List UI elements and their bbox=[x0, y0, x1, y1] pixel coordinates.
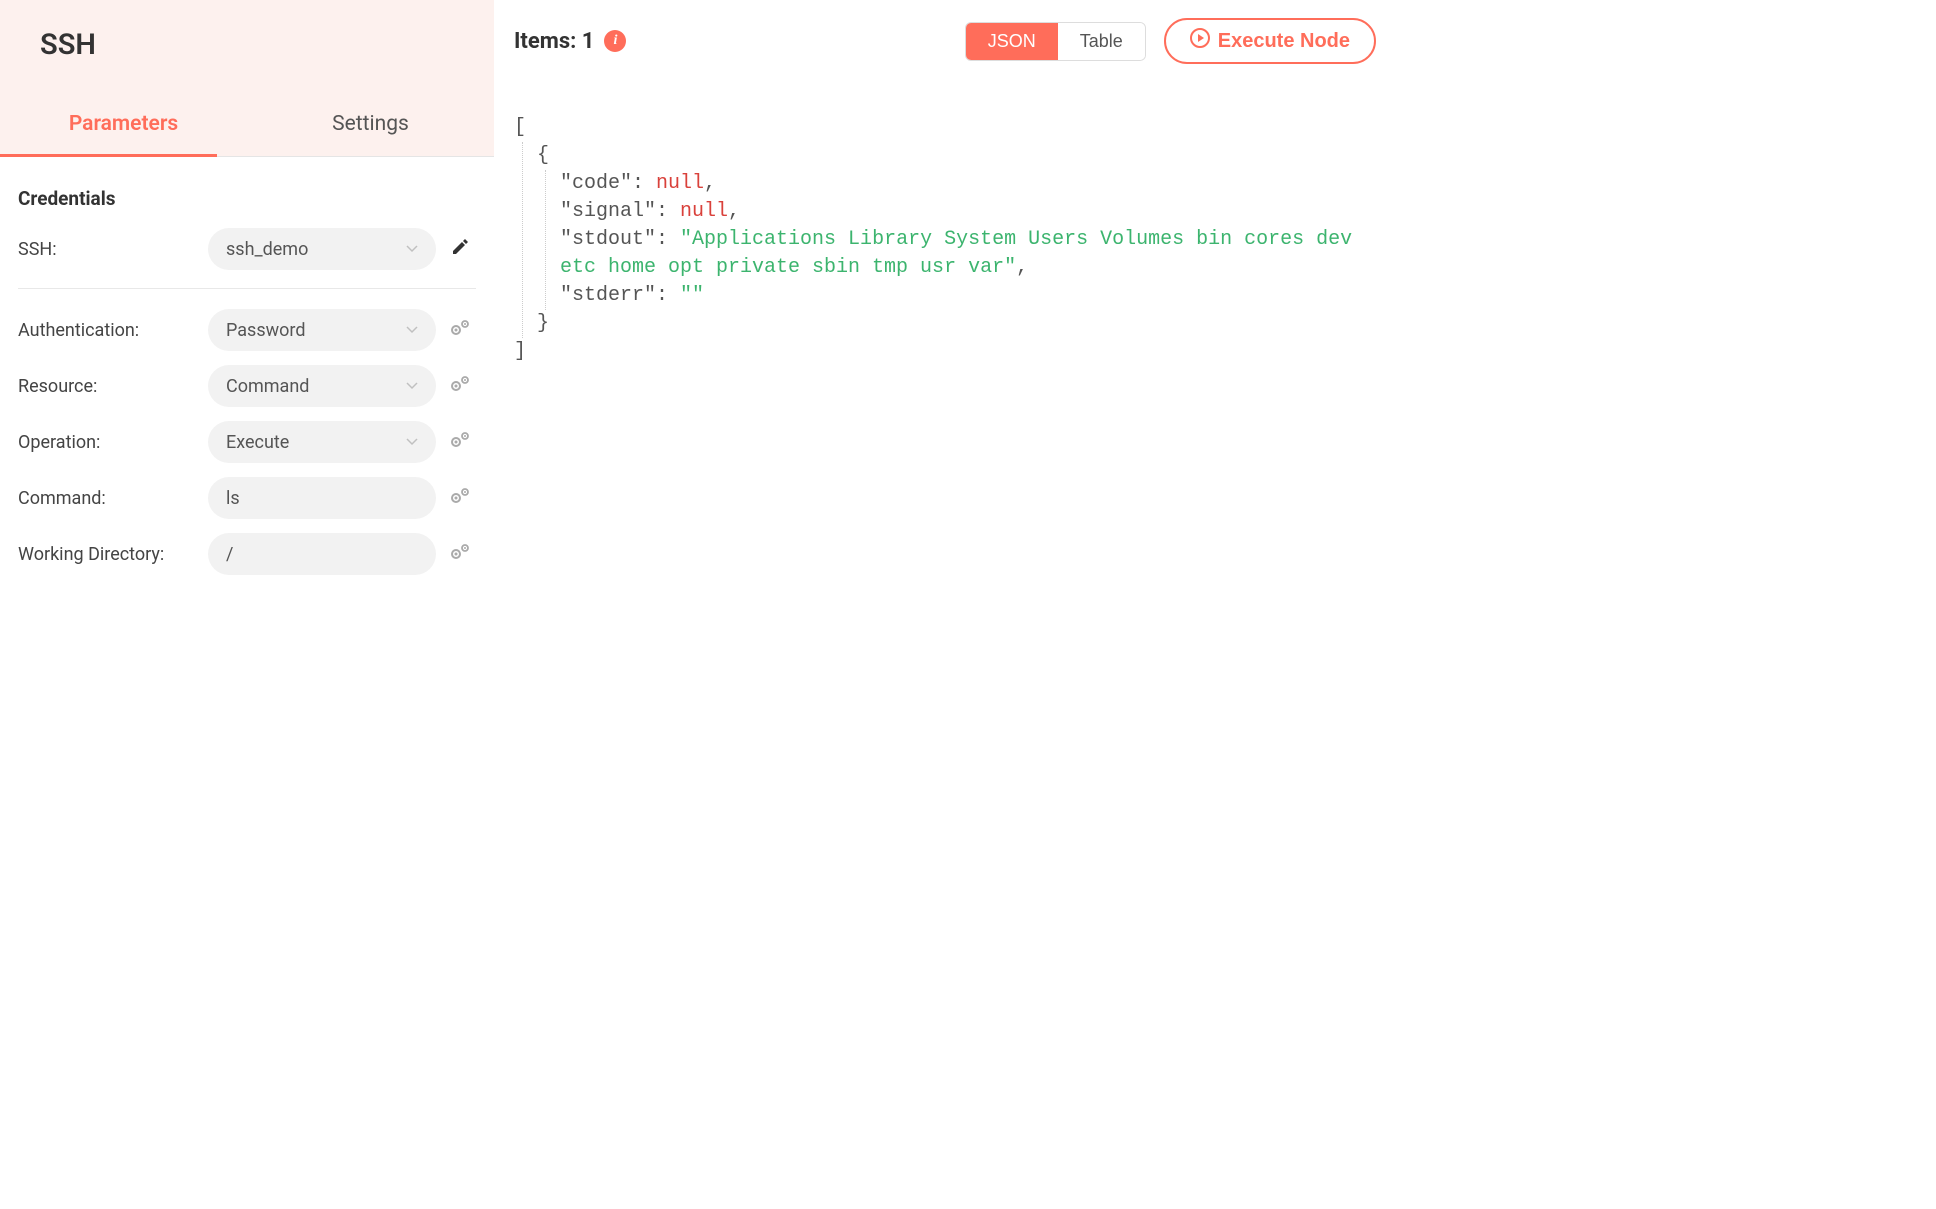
json-key-code: "code" bbox=[560, 172, 632, 195]
edit-credential-button[interactable] bbox=[444, 238, 476, 260]
resource-label: Resource: bbox=[18, 376, 208, 397]
view-table-label: Table bbox=[1080, 31, 1123, 51]
tab-settings[interactable]: Settings bbox=[247, 98, 494, 157]
credential-label: SSH: bbox=[18, 239, 208, 260]
command-label: Command: bbox=[18, 488, 208, 509]
credentials-title: Credentials bbox=[18, 187, 476, 210]
gears-icon bbox=[449, 543, 471, 565]
chevron-down-icon bbox=[406, 435, 418, 449]
command-row: Command: ls bbox=[18, 477, 476, 519]
working-directory-value: / bbox=[226, 544, 233, 565]
info-icon[interactable]: i bbox=[604, 30, 626, 52]
pencil-icon bbox=[451, 238, 469, 260]
view-table-button[interactable]: Table bbox=[1058, 23, 1145, 60]
operation-options-button[interactable] bbox=[444, 431, 476, 453]
json-output[interactable]: [ { "code": null, "signal": null, "stdou… bbox=[514, 84, 1376, 366]
json-val-stdout: "Applications Library System Users Volum… bbox=[560, 228, 1364, 279]
left-panel: SSH Parameters Settings Credentials SSH:… bbox=[0, 0, 494, 589]
execute-node-button[interactable]: Execute Node bbox=[1164, 18, 1376, 64]
node-title: SSH bbox=[0, 18, 494, 62]
tab-parameters[interactable]: Parameters bbox=[0, 98, 247, 157]
execute-label: Execute Node bbox=[1218, 30, 1350, 53]
working-directory-row: Working Directory: / bbox=[18, 533, 476, 575]
json-val-signal: null bbox=[680, 200, 728, 223]
json-val-stderr: "" bbox=[680, 284, 704, 307]
credential-row: SSH: ssh_demo bbox=[18, 228, 476, 270]
resource-options-button[interactable] bbox=[444, 375, 476, 397]
working-directory-label: Working Directory: bbox=[18, 544, 208, 565]
divider bbox=[18, 288, 476, 289]
working-directory-input[interactable]: / bbox=[208, 533, 436, 575]
params-body: Credentials SSH: ssh_demo Authentication… bbox=[0, 157, 494, 589]
json-key-stdout: "stdout" bbox=[560, 228, 656, 251]
resource-select[interactable]: Command bbox=[208, 365, 436, 407]
credential-select[interactable]: ssh_demo bbox=[208, 228, 436, 270]
tab-settings-label: Settings bbox=[332, 112, 409, 136]
play-icon bbox=[1190, 28, 1210, 54]
operation-value: Execute bbox=[226, 432, 289, 453]
view-json-label: JSON bbox=[988, 31, 1036, 51]
tab-parameters-label: Parameters bbox=[69, 112, 178, 136]
resource-value: Command bbox=[226, 376, 309, 397]
json-key-signal: "signal" bbox=[560, 200, 656, 223]
json-val-code: null bbox=[656, 172, 704, 195]
command-input[interactable]: ls bbox=[208, 477, 436, 519]
gears-icon bbox=[449, 431, 471, 453]
json-key-stderr: "stderr" bbox=[560, 284, 656, 307]
tabs: Parameters Settings bbox=[0, 98, 494, 157]
operation-label: Operation: bbox=[18, 432, 208, 453]
operation-row: Operation: Execute bbox=[18, 421, 476, 463]
chevron-down-icon bbox=[406, 379, 418, 393]
resource-row: Resource: Command bbox=[18, 365, 476, 407]
view-json-button[interactable]: JSON bbox=[966, 23, 1058, 60]
credential-value: ssh_demo bbox=[226, 239, 308, 260]
left-header: SSH Parameters Settings bbox=[0, 0, 494, 157]
authentication-row: Authentication: Password bbox=[18, 309, 476, 351]
command-options-button[interactable] bbox=[444, 487, 476, 509]
operation-select[interactable]: Execute bbox=[208, 421, 436, 463]
authentication-options-button[interactable] bbox=[444, 319, 476, 341]
authentication-value: Password bbox=[226, 320, 306, 341]
gears-icon bbox=[449, 487, 471, 509]
authentication-label: Authentication: bbox=[18, 320, 208, 341]
working-directory-options-button[interactable] bbox=[444, 543, 476, 565]
items-count: Items: 1 bbox=[514, 29, 594, 54]
chevron-down-icon bbox=[406, 242, 418, 256]
gears-icon bbox=[449, 375, 471, 397]
output-header: Items: 1 i JSON Table Execute Node bbox=[514, 18, 1376, 64]
chevron-down-icon bbox=[406, 323, 418, 337]
gears-icon bbox=[449, 319, 471, 341]
authentication-select[interactable]: Password bbox=[208, 309, 436, 351]
command-value: ls bbox=[226, 488, 240, 509]
right-panel: Items: 1 i JSON Table Execute Node [ { "… bbox=[494, 0, 1396, 589]
view-toggle: JSON Table bbox=[965, 22, 1146, 61]
